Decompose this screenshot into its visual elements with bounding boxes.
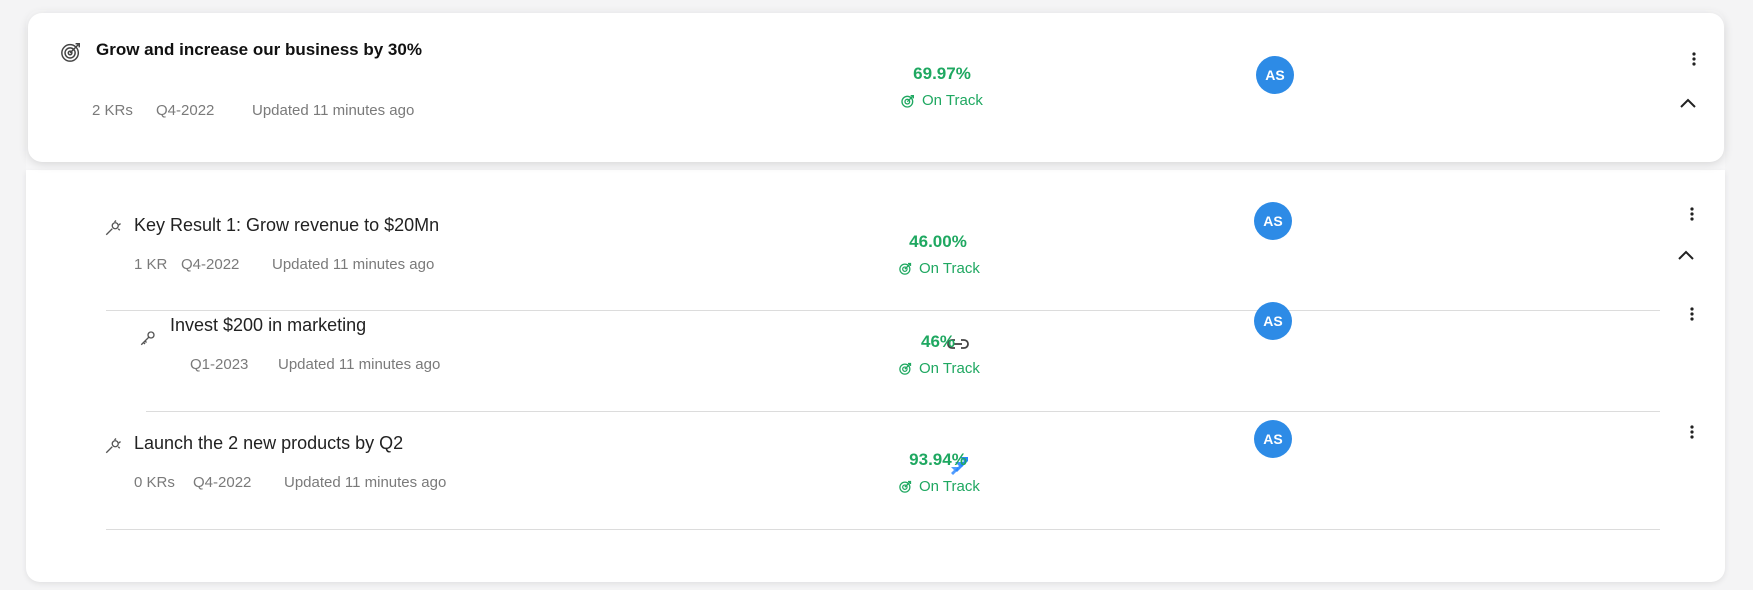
on-track-icon <box>900 93 916 109</box>
key-result-status: On Track <box>898 260 980 277</box>
more-options-icon[interactable] <box>1684 422 1700 442</box>
divider <box>106 310 1660 311</box>
status-label: On Track <box>919 478 980 495</box>
key-result-period: Q4-2022 <box>181 256 240 273</box>
status-label: On Track <box>922 92 983 109</box>
target-icon <box>60 41 82 63</box>
objective-card[interactable]: Grow and increase our business by 30% 2 … <box>28 13 1724 162</box>
key-result-title[interactable]: Key Result 1: Grow revenue to $20Mn <box>134 215 439 236</box>
key-result-kr-count: 1 KR <box>134 256 168 273</box>
objective-period: Q4-2022 <box>156 102 215 119</box>
key-result-kr-count: 0 KRs <box>134 474 175 491</box>
key-result-title[interactable]: Launch the 2 new products by Q2 <box>134 433 403 454</box>
child-key-result-title[interactable]: Invest $200 in marketing <box>170 315 366 336</box>
more-options-icon[interactable] <box>1684 304 1700 324</box>
on-track-icon <box>898 361 913 376</box>
child-key-result-status: On Track <box>898 360 980 377</box>
on-track-icon <box>898 479 913 494</box>
collapse-chevron-icon[interactable] <box>1674 244 1698 268</box>
key-icon <box>139 329 157 347</box>
objective-title[interactable]: Grow and increase our business by 30% <box>96 40 422 60</box>
key-result-progress: 46.00% <box>909 232 967 251</box>
more-options-icon[interactable] <box>1686 49 1702 69</box>
status-label: On Track <box>919 360 980 377</box>
key-result-status: On Track <box>898 478 980 495</box>
objective-progress: 69.97% <box>913 64 971 83</box>
objective-status: On Track <box>900 92 983 109</box>
objective-updated: Updated 11 minutes ago <box>252 102 415 119</box>
on-track-icon <box>898 261 913 276</box>
objective-kr-count: 2 KRs <box>92 102 133 119</box>
collapse-chevron-icon[interactable] <box>1676 92 1700 116</box>
status-label: On Track <box>919 260 980 277</box>
key-result-icon <box>104 437 122 455</box>
divider <box>146 411 1660 412</box>
key-result-period: Q4-2022 <box>193 474 252 491</box>
key-result-updated: Updated 11 minutes ago <box>272 256 435 273</box>
divider <box>106 529 1660 530</box>
child-key-result-progress: 46% <box>920 332 956 351</box>
more-options-icon[interactable] <box>1684 204 1700 224</box>
avatar[interactable]: AS <box>1254 420 1292 458</box>
child-key-result-period: Q1-2023 <box>190 356 249 373</box>
avatar[interactable]: AS <box>1254 202 1292 240</box>
avatar[interactable]: AS <box>1256 56 1294 94</box>
key-result-updated: Updated 11 minutes ago <box>284 474 447 491</box>
key-result-progress: 93.94% <box>909 450 967 469</box>
key-result-icon <box>104 219 122 237</box>
key-results-panel: Key Result 1: Grow revenue to $20Mn 1 KR… <box>26 170 1725 582</box>
child-key-result-updated: Updated 11 minutes ago <box>278 356 441 373</box>
okr-list: Grow and increase our business by 30% 2 … <box>26 10 1725 582</box>
avatar[interactable]: AS <box>1254 302 1292 340</box>
